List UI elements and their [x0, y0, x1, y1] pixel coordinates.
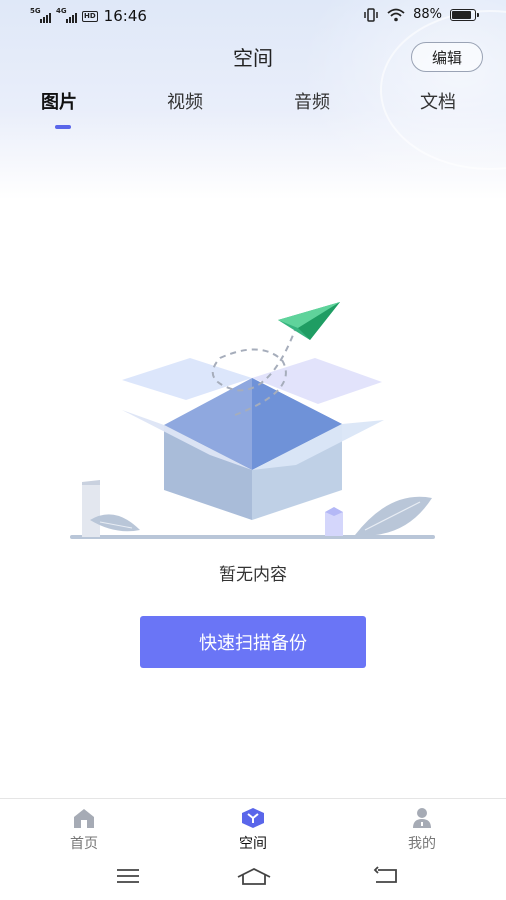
tab-videos[interactable]: 视频 [167, 88, 203, 114]
status-left: 5G 4G HD 16:46 [30, 7, 147, 25]
nav-space[interactable]: 空间 [213, 807, 293, 853]
edit-button[interactable]: 编辑 [411, 42, 483, 72]
battery-percent: 88% [413, 7, 442, 22]
status-bar: 5G 4G HD 16:46 88% [0, 0, 506, 32]
category-tabs: 图片 视频 音频 文档 [0, 88, 506, 128]
nav-space-label: 空间 [239, 836, 267, 852]
empty-box-illustration [70, 302, 435, 539]
tab-documents[interactable]: 文档 [420, 88, 456, 114]
nav-profile-label: 我的 [408, 836, 436, 852]
battery-icon [450, 8, 479, 21]
signal-4g-icon: 4G [56, 7, 78, 23]
signal-4g-label: 4G [56, 7, 67, 15]
home-gesture-icon[interactable] [236, 866, 272, 888]
profile-icon [413, 808, 431, 828]
system-navigation-bar [0, 858, 506, 900]
menu-icon[interactable] [115, 866, 141, 886]
nav-profile[interactable]: 我的 [382, 807, 462, 853]
wifi-icon [387, 8, 405, 21]
quick-scan-backup-button[interactable]: 快速扫描备份 [140, 616, 366, 668]
tab-audio[interactable]: 音频 [294, 88, 330, 114]
clock: 16:46 [103, 7, 147, 25]
nav-home-label: 首页 [70, 836, 98, 852]
back-icon[interactable] [372, 866, 400, 886]
bottom-navigation: 首页 空间 我的 [0, 798, 506, 858]
hd-voice-icon: HD [82, 10, 98, 22]
active-tab-indicator [55, 125, 71, 129]
status-right: 88% [363, 7, 479, 22]
signal-5g-icon: 5G [30, 7, 52, 23]
empty-message: 暂无内容 [219, 565, 287, 585]
home-icon [74, 809, 94, 828]
space-cube-icon [242, 808, 264, 828]
signal-5g-label: 5G [30, 7, 41, 15]
tab-images[interactable]: 图片 [41, 88, 77, 114]
vibrate-icon [364, 7, 378, 22]
nav-home[interactable]: 首页 [44, 807, 124, 853]
